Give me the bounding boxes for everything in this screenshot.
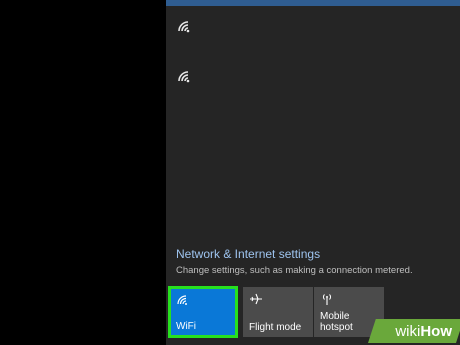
network-item-2[interactable] — [176, 66, 206, 94]
flyout-top-accent — [166, 0, 460, 6]
flight-mode-label: Flight mode — [249, 322, 302, 333]
wifi-label: WiFi — [176, 321, 196, 332]
watermark-text: wikiHow — [395, 323, 452, 340]
flight-mode-button[interactable]: Flight mode — [243, 287, 313, 337]
settings-description: Change settings, such as making a connec… — [176, 265, 413, 276]
wifi-signal-icon — [178, 21, 190, 33]
wifi-toggle-button[interactable]: WiFi — [168, 286, 238, 338]
airplane-icon — [249, 292, 263, 311]
mobile-hotspot-label: Mobile hotspot — [320, 311, 353, 333]
hotspot-label-line2: hotspot — [320, 322, 353, 333]
network-item-1[interactable] — [176, 16, 206, 44]
wifi-signal-icon — [178, 71, 190, 83]
hotspot-label-line1: Mobile — [320, 311, 350, 322]
network-flyout: Network & Internet settings Change setti… — [166, 0, 460, 345]
wifi-icon — [177, 293, 191, 311]
hotspot-icon — [320, 292, 334, 311]
network-internet-settings-link[interactable]: Network & Internet settings — [176, 247, 320, 261]
